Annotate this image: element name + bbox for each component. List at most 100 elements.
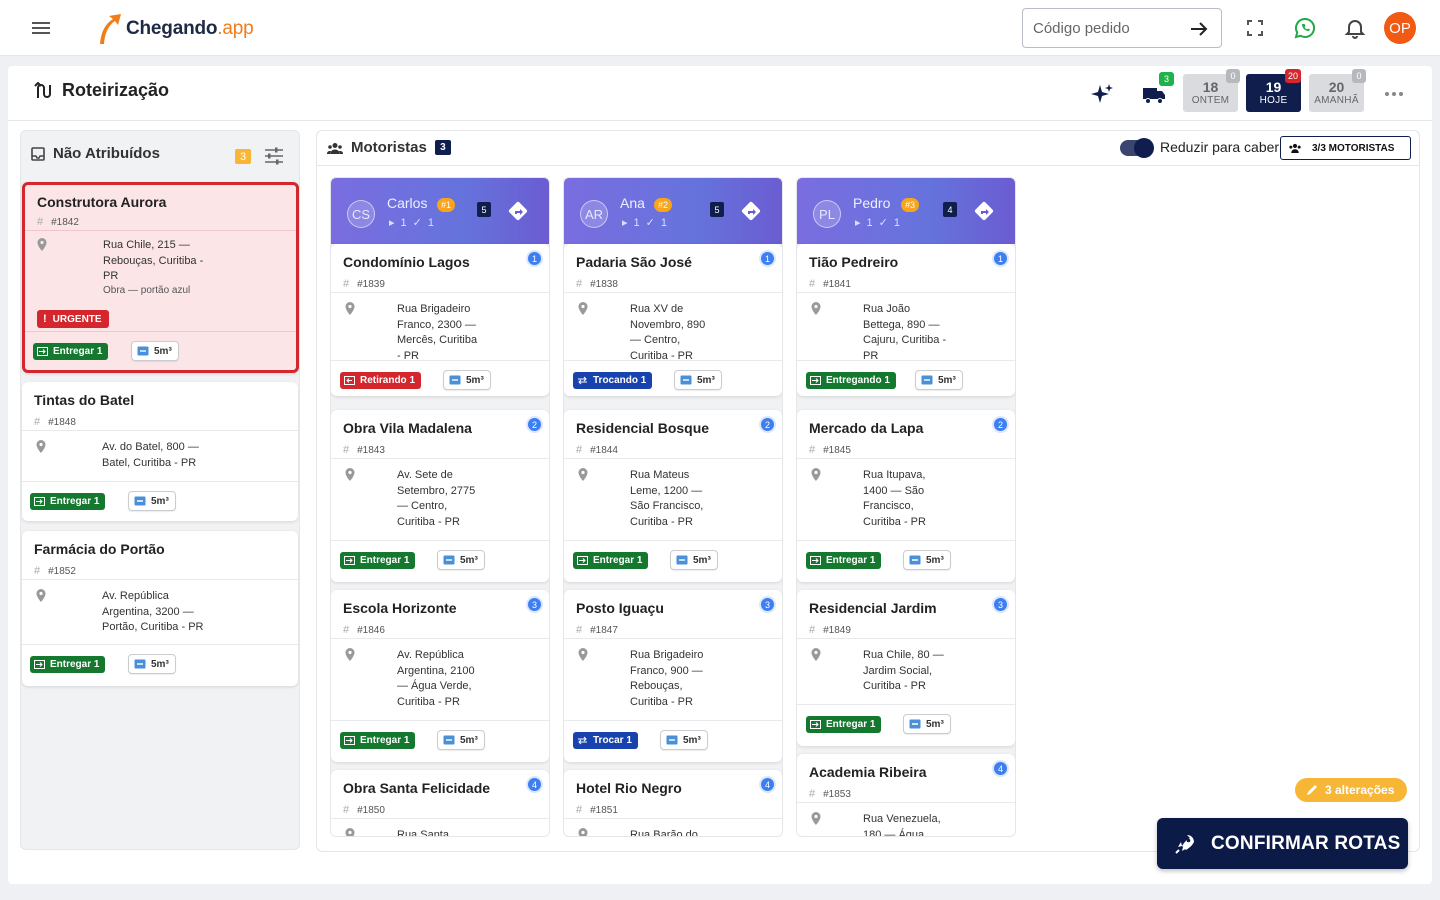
- hash-icon: #: [576, 804, 583, 816]
- menu-icon[interactable]: [28, 16, 54, 40]
- card-address: Rua Santa: [397, 829, 449, 837]
- stop-sequence: 1: [759, 250, 776, 267]
- stop-sequence: 4: [992, 760, 1009, 777]
- unassigned-card-construtora-aurora[interactable]: Construtora Aurora # #1842 Rua Chile, 215…: [22, 182, 299, 373]
- search-submit-arrow-icon[interactable]: [1187, 17, 1211, 41]
- more-options-icon[interactable]: [1382, 84, 1406, 104]
- stop-card-escola-horizonte[interactable]: Escola Horizonte 3 # #1846 Av. República …: [331, 590, 549, 762]
- stop-card-condominio-lagos[interactable]: Condomínio Lagos 1 # #1839 Rua Brigadeiro…: [331, 244, 549, 396]
- card-footer: Trocando 1 5m³: [564, 360, 782, 396]
- stop-card-tiao-pedreiro[interactable]: Tião Pedreiro 1 # #1841 Rua João Bettega,…: [797, 244, 1015, 396]
- day-badge-yesterday: 0: [1226, 69, 1240, 83]
- stop-card-residencial-bosque[interactable]: Residencial Bosque 2 # #1844 Rua Mateus L…: [564, 410, 782, 582]
- driver-stats: ▸ 1 ✓ 1: [622, 216, 667, 230]
- driver-name: Ana: [620, 195, 645, 211]
- location-pin-icon: [345, 828, 355, 836]
- user-avatar[interactable]: OP: [1384, 12, 1416, 44]
- group-icon: [327, 142, 343, 154]
- stop-card-academia-ribeira[interactable]: Academia Ribeira 4 # #1853 Rua Venezuela,…: [797, 754, 1015, 836]
- unassigned-header: Não Atribuídos: [31, 145, 160, 162]
- ai-sparkle-icon[interactable]: [1090, 82, 1114, 106]
- route-directions-icon[interactable]: [973, 200, 995, 222]
- stop-card-padaria-sao-jose[interactable]: Padaria São José 1 # #1838 Rua XV de Nove…: [564, 244, 782, 396]
- action-chip: Entregar 1: [33, 343, 109, 360]
- fullscreen-icon[interactable]: [1243, 16, 1267, 40]
- volume-chip: 5m³: [128, 654, 176, 674]
- play-icon: ▸: [622, 217, 628, 229]
- card-address: Rua Brigadeiro Franco, 2300 — Mercês, Cu…: [397, 303, 478, 362]
- card-title: Condomínio Lagos: [343, 254, 470, 270]
- action-chip: Trocando 1: [573, 372, 653, 389]
- reduce-to-fit-label: Reduzir para caber: [1160, 139, 1280, 155]
- action-chip: Trocar 1: [573, 732, 638, 749]
- deliver-icon: [344, 736, 355, 745]
- logo[interactable]: Chegando.app: [96, 12, 254, 46]
- volume-chip: 5m³: [670, 550, 718, 570]
- stop-card-obra-santa-felicidade[interactable]: Obra Santa Felicidade 4 # #1850 Rua Santa: [331, 770, 549, 837]
- location-pin-icon: [811, 648, 821, 661]
- confirm-routes-button[interactable]: CONFIRMAR ROTAS: [1157, 818, 1408, 869]
- stop-card-hotel-rio-negro[interactable]: Hotel Rio Negro 4 # #1851 Rua Barão do: [564, 770, 782, 836]
- card-address: Av. República Argentina, 2100 — Água Ver…: [397, 649, 475, 708]
- order-code: # #1845: [809, 444, 851, 456]
- unassigned-card-tintas-do-batel[interactable]: Tintas do Batel # #1848 Av. do Batel, 800…: [22, 382, 298, 521]
- whatsapp-icon[interactable]: [1293, 16, 1317, 40]
- deliver-icon: [810, 556, 821, 565]
- hash-icon: #: [576, 444, 583, 456]
- volume-chip: 5m³: [443, 370, 491, 390]
- hash-icon: #: [576, 624, 583, 636]
- alert-icon: !: [43, 313, 47, 325]
- deliver-icon: [577, 556, 588, 565]
- deliver-icon: [37, 347, 48, 356]
- hash-icon: #: [34, 565, 41, 577]
- card-title: Posto Iguaçu: [576, 600, 664, 616]
- reduce-to-fit-toggle[interactable]: [1120, 138, 1154, 158]
- card-footer: Entregar 1 5m³: [22, 481, 298, 521]
- driver-column-pedro: PL Pedro #3 ▸ 1 ✓ 1 4 Tião Pedreiro 1 # #184…: [796, 177, 1016, 837]
- card-address: Rua XV de Novembro, 890 — Centro, Curiti…: [630, 303, 706, 362]
- card-address: Rua Itupava, 1400 — São Francisco, Curit…: [863, 469, 926, 528]
- check-icon: ✓: [645, 217, 655, 229]
- location-pin-icon: [578, 648, 588, 661]
- hash-icon: #: [343, 444, 350, 456]
- container-icon: [443, 735, 455, 745]
- stop-card-obra-vila-madalena[interactable]: Obra Vila Madalena 2 # #1843 Av. Sete de …: [331, 410, 549, 582]
- drivers-selector-button[interactable]: 3/3 MOTORISTAS: [1280, 136, 1411, 160]
- location-pin-icon: [811, 302, 821, 315]
- route-icon: [34, 81, 51, 98]
- route-directions-icon[interactable]: [507, 200, 529, 222]
- swap-icon: [578, 736, 587, 745]
- action-chip: Retirando 1: [340, 372, 422, 389]
- card-address: Rua João Bettega, 890 — Cajuru, Curitiba…: [863, 303, 947, 362]
- card-title: Farmácia do Portão: [34, 541, 165, 557]
- changes-pill-button[interactable]: 3 alterações: [1295, 778, 1407, 802]
- card-address: Rua Chile, 215 — Rebouças, Curitiba - PR: [103, 239, 204, 282]
- filter-sliders-icon[interactable]: [263, 145, 285, 167]
- stop-card-posto-iguacu[interactable]: Posto Iguaçu 3 # #1847 Rua Brigadeiro Fra…: [564, 590, 782, 762]
- location-pin-icon: [578, 468, 588, 481]
- card-footer: Entregar 1 5m³: [22, 644, 298, 686]
- order-code: # #1853: [809, 788, 851, 800]
- driver-header: CS Carlos #1 ▸ 1 ✓ 1 5: [331, 178, 549, 244]
- card-title: Mercado da Lapa: [809, 420, 924, 436]
- action-chip: Entregar 1: [340, 732, 416, 749]
- deliver-icon: [810, 720, 821, 729]
- unassigned-card-farmacia-do-portao[interactable]: Farmácia do Portão # #1852 Av. República …: [22, 531, 298, 686]
- drivers-count-badge: 3: [434, 140, 451, 155]
- driver-avatar: AR: [580, 200, 608, 228]
- order-code-input[interactable]: [1033, 19, 1173, 37]
- volume-chip: 5m³: [128, 491, 176, 511]
- card-title: Residencial Jardim: [809, 600, 937, 616]
- volume-chip: 5m³: [903, 714, 951, 734]
- unassigned-count-badge: 3: [235, 149, 251, 164]
- stop-card-mercado-da-lapa[interactable]: Mercado da Lapa 2 # #1845 Rua Itupava, 14…: [797, 410, 1015, 582]
- stop-card-residencial-jardim[interactable]: Residencial Jardim 3 # #1849 Rua Chile, 8…: [797, 590, 1015, 746]
- route-directions-icon[interactable]: [740, 200, 762, 222]
- trucks-count-badge: 3: [1159, 72, 1174, 86]
- volume-chip: 5m³: [131, 341, 179, 361]
- pencil-icon: [1307, 785, 1317, 795]
- notifications-bell-icon[interactable]: [1343, 16, 1367, 40]
- card-address: Rua Mateus Leme, 1200 — São Francisco, C…: [630, 469, 704, 528]
- container-icon: [676, 555, 688, 565]
- card-footer: Retirando 1 5m³: [331, 360, 549, 396]
